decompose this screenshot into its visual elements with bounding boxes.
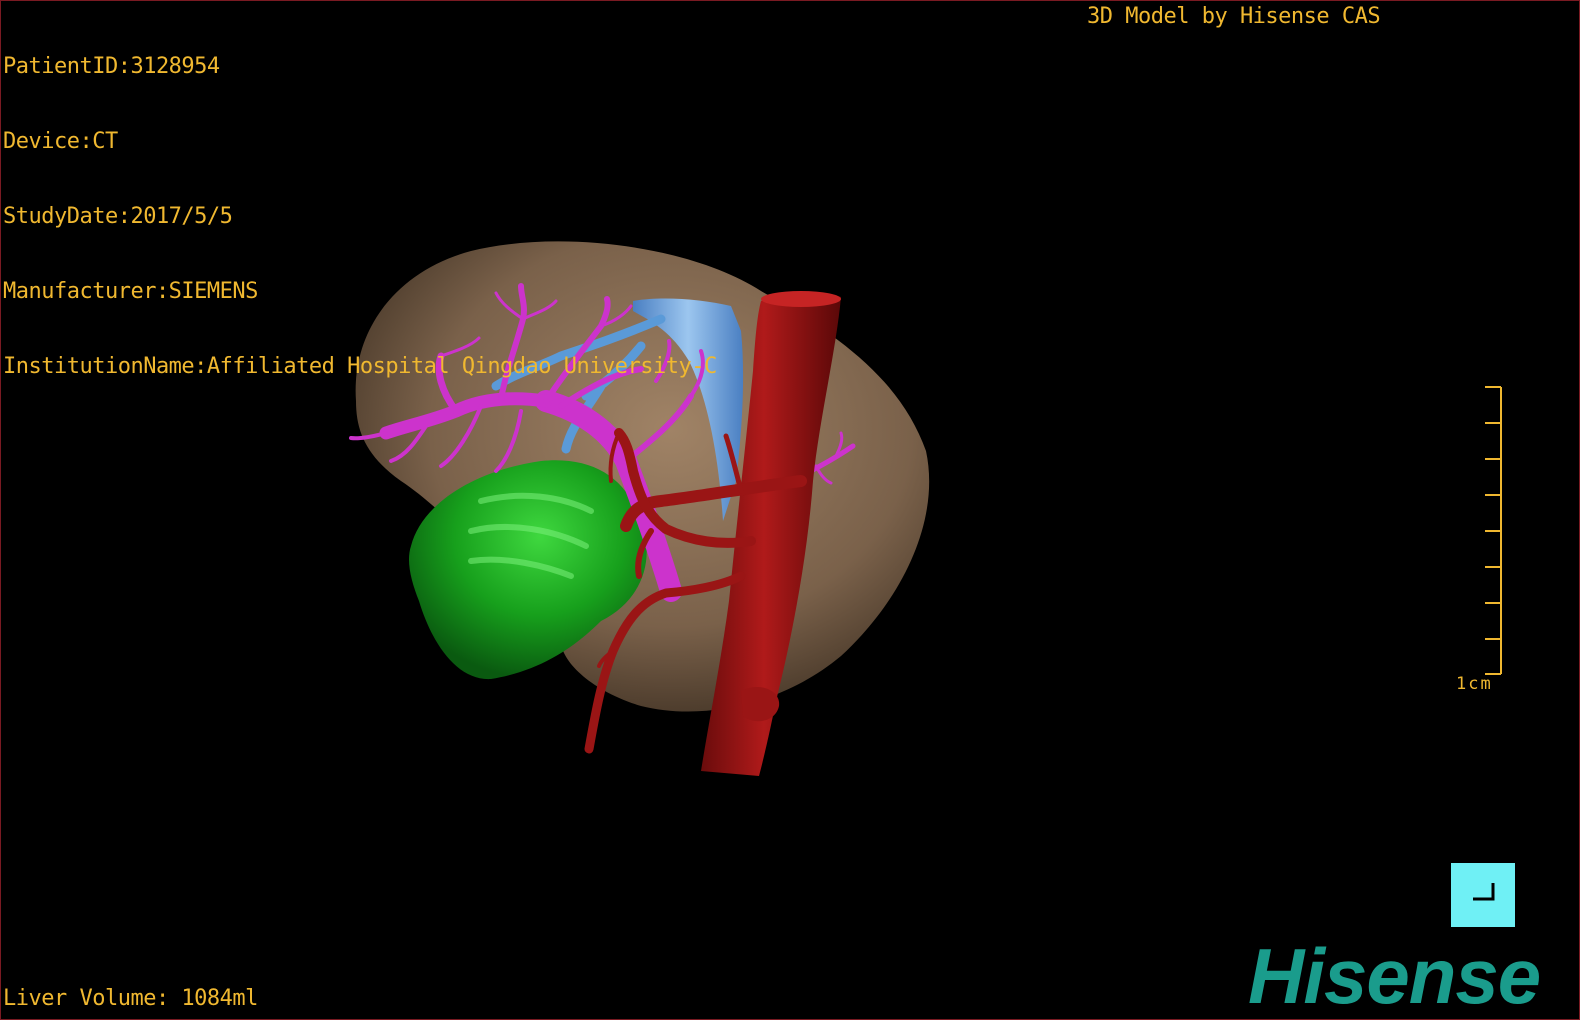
hisense-logo: Hisense bbox=[1248, 932, 1541, 1020]
scale-bar-label: 1cm bbox=[1456, 674, 1493, 694]
institution-name: InstitutionName:Affiliated Hospital Qing… bbox=[3, 354, 717, 379]
manufacturer: Manufacturer:SIEMENS bbox=[3, 279, 258, 304]
device: Device:CT bbox=[3, 129, 118, 154]
3d-viewport[interactable]: PatientID:3128954 Device:CT StudyDate:20… bbox=[0, 0, 1580, 1020]
liver-volume-readout: Liver Volume: 1084ml bbox=[3, 986, 258, 1011]
patient-info-block: PatientID:3128954 Device:CT StudyDate:20… bbox=[3, 4, 717, 429]
scale-bar bbox=[1485, 386, 1502, 675]
study-date: StudyDate:2017/5/5 bbox=[3, 204, 233, 229]
model-credit: 3D Model by Hisense CAS bbox=[1087, 4, 1381, 29]
vena-cava-opening bbox=[761, 291, 841, 307]
patient-id: PatientID:3128954 bbox=[3, 54, 220, 79]
orientation-reset-button[interactable] bbox=[1451, 863, 1515, 927]
orientation-reset-icon bbox=[1473, 883, 1495, 901]
